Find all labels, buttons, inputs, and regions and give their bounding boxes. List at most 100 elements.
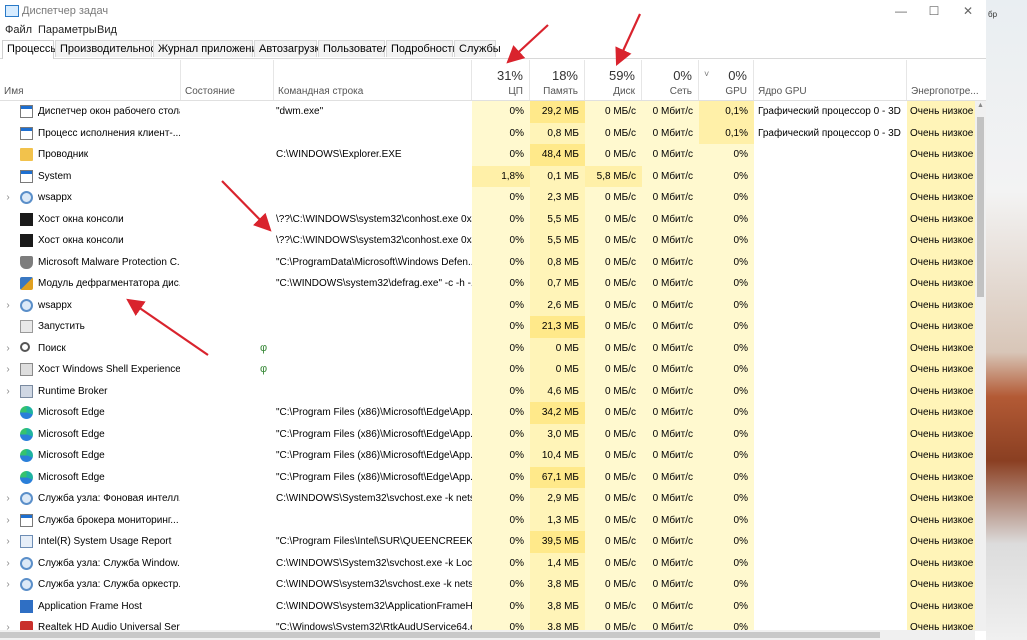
expand-chevron-icon[interactable] — [0, 209, 16, 231]
command-line — [276, 359, 472, 381]
cpu-value: 0% — [472, 273, 530, 295]
power-usage-value: Очень низкое — [907, 552, 979, 574]
expand-chevron-icon[interactable]: › — [0, 187, 16, 209]
cpu-value: 0% — [472, 531, 530, 553]
expand-chevron-icon[interactable]: › — [0, 338, 16, 360]
disk-value: 0 МБ/с — [585, 402, 642, 424]
table-row[interactable]: Microsoft Edge "C:\Program Files (x86)\Mi… — [0, 466, 986, 489]
expand-chevron-icon[interactable] — [0, 596, 16, 618]
col-cmd[interactable]: Командная строка — [274, 60, 472, 100]
window-icon — [20, 169, 33, 183]
expand-chevron-icon[interactable]: › — [0, 295, 16, 317]
command-line — [276, 166, 472, 188]
table-row[interactable]: › Служба узла: Служба Window... C:\WINDOWS… — [0, 552, 986, 575]
network-value: 0 Мбит/с — [642, 595, 699, 617]
expand-chevron-icon[interactable] — [0, 252, 16, 274]
col-status[interactable]: Состояние — [181, 60, 274, 100]
table-row[interactable]: › Служба брокера мониторинг... 0% 1,3 МБ 0 М… — [0, 509, 986, 532]
col-gpu[interactable]: 0% GPU — [699, 60, 754, 100]
expand-chevron-icon[interactable]: › — [0, 574, 16, 596]
horizontal-scroll-thumb[interactable] — [0, 632, 880, 638]
menu-options[interactable]: Параметры — [38, 24, 97, 36]
tab-performance[interactable]: Производительность — [55, 40, 167, 57]
menu-view[interactable]: Вид — [97, 24, 117, 36]
network-value: 0 Мбит/с — [642, 144, 699, 166]
process-status — [182, 209, 274, 231]
expand-chevron-icon[interactable] — [0, 316, 16, 338]
window-title: Диспетчер задач — [22, 5, 109, 17]
process-name: Microsoft Edge — [38, 471, 105, 483]
tab-app-history[interactable]: Журнал приложений — [153, 40, 264, 57]
table-row[interactable]: System 1,8% 0,1 МБ 5,8 МБ/с 0 Мбит/с 0% Очень … — [0, 165, 986, 188]
window-icon — [20, 126, 33, 140]
table-row[interactable]: Модуль дефрагментатора дис... "C:\WINDOWS… — [0, 273, 986, 295]
table-row[interactable]: Application Frame Host C:\WINDOWS\system3… — [0, 595, 986, 618]
command-line: C:\WINDOWS\system32\ApplicationFrameH... — [276, 600, 472, 612]
table-row[interactable]: Запустить 0% 21,3 МБ 0 МБ/с 0 Мбит/с 0% Очень … — [0, 316, 986, 338]
expand-chevron-icon[interactable]: › — [0, 531, 16, 553]
expand-chevron-icon[interactable] — [0, 402, 16, 424]
process-name: Служба узла: Служба Window... — [38, 557, 180, 569]
command-line: \??\C:\WINDOWS\system32\conhost.exe 0x4 — [276, 213, 472, 225]
expand-chevron-icon[interactable]: › — [0, 617, 16, 631]
table-row[interactable]: › Runtime Broker 0% 4,6 МБ 0 МБ/с 0 Мбит/с 0% О… — [0, 380, 986, 403]
col-mem[interactable]: 18% Память — [530, 60, 585, 100]
maximize-button[interactable]: ☐ — [917, 0, 951, 22]
table-row[interactable]: › Intel(R) System Usage Report "C:\Program… — [0, 531, 986, 553]
tab-users[interactable]: Пользователи — [318, 40, 395, 57]
expand-chevron-icon[interactable] — [0, 467, 16, 489]
col-name[interactable]: Имя — [0, 60, 181, 100]
table-row[interactable]: Microsoft Edge "C:\Program Files (x86)\Mi… — [0, 423, 986, 446]
tab-details[interactable]: Подробности — [386, 40, 459, 57]
expand-chevron-icon[interactable] — [0, 445, 16, 467]
table-row[interactable]: › Служба узла: Служба оркестр... C:\WINDOW… — [0, 574, 986, 596]
expand-chevron-icon[interactable]: › — [0, 510, 16, 532]
table-row[interactable]: Microsoft Edge "C:\Program Files (x86)\Mi… — [0, 402, 986, 424]
col-power[interactable]: Энергопотре... — [907, 60, 979, 100]
minimize-button[interactable]: — — [884, 0, 918, 22]
menu-file[interactable]: Файл — [5, 24, 32, 36]
table-row[interactable]: › Поиск φ 0% 0 МБ 0 МБ/с 0 Мбит/с 0% Очень низко… — [0, 337, 986, 360]
col-cpu[interactable]: 31% ЦП — [472, 60, 530, 100]
expand-chevron-icon[interactable] — [0, 166, 16, 188]
network-value: 0 Мбит/с — [642, 359, 699, 381]
table-row[interactable]: › wsappx 0% 2,3 МБ 0 МБ/с 0 Мбит/с 0% Очень низ… — [0, 187, 986, 209]
col-net[interactable]: 0% Сеть — [642, 60, 699, 100]
table-row[interactable]: Хост окна консоли \??\C:\WINDOWS\system32… — [0, 230, 986, 252]
gpu-value: 0% — [699, 574, 754, 596]
expand-chevron-icon[interactable]: › — [0, 359, 16, 381]
close-button[interactable]: ✕ — [951, 0, 985, 22]
expand-chevron-icon[interactable]: › — [0, 381, 16, 403]
table-row[interactable]: Процесс исполнения клиент-... 0% 0,8 МБ 0 М… — [0, 122, 986, 145]
expand-chevron-icon[interactable] — [0, 123, 16, 145]
expand-chevron-icon[interactable]: › — [0, 553, 16, 575]
expand-chevron-icon[interactable] — [0, 273, 16, 295]
horizontal-scrollbar[interactable] — [0, 630, 975, 640]
expand-chevron-icon[interactable] — [0, 101, 16, 123]
col-gpu-engine-label: Ядро GPU — [758, 86, 807, 97]
table-row[interactable]: › Служба узла: Фоновая интелл... C:\WINDOW… — [0, 488, 986, 510]
expand-chevron-icon[interactable] — [0, 230, 16, 252]
power-usage-value: Очень низкое — [907, 402, 979, 424]
tab-services[interactable]: Службы — [454, 40, 501, 57]
table-row[interactable]: Microsoft Malware Protection C... "C:\Pro… — [0, 251, 986, 274]
command-line — [276, 316, 472, 338]
table-row[interactable]: › Realtek HD Audio Universal Serv... "C:\W… — [0, 617, 986, 631]
col-disk[interactable]: 59% Диск — [585, 60, 642, 100]
vertical-scrollbar[interactable]: ▲ — [975, 101, 986, 631]
scroll-thumb[interactable] — [977, 117, 984, 297]
col-gpu-engine[interactable]: Ядро GPU — [754, 60, 907, 100]
scroll-up-icon[interactable]: ▲ — [976, 102, 985, 109]
cpu-value: 0% — [472, 144, 530, 166]
expand-chevron-icon[interactable] — [0, 424, 16, 446]
table-row[interactable]: Диспетчер окон рабочего стола "dwm.exe" 0%… — [0, 101, 986, 123]
table-row[interactable]: › wsappx 0% 2,6 МБ 0 МБ/с 0 Мбит/с 0% Очень низ… — [0, 294, 986, 317]
tab-startup[interactable]: Автозагрузка — [254, 40, 326, 57]
table-row[interactable]: Хост окна консоли \??\C:\WINDOWS\system32… — [0, 208, 986, 231]
table-row[interactable]: Microsoft Edge "C:\Program Files (x86)\Mi… — [0, 445, 986, 467]
table-row[interactable]: Проводник C:\WINDOWS\Explorer.EXE 0% 48,4 М… — [0, 144, 986, 166]
table-row[interactable]: › Хост Windows Shell Experience φ 0% 0 МБ 0 М… — [0, 359, 986, 381]
tab-processes[interactable]: Процессы — [2, 40, 58, 59]
expand-chevron-icon[interactable] — [0, 144, 16, 166]
expand-chevron-icon[interactable]: › — [0, 488, 16, 510]
